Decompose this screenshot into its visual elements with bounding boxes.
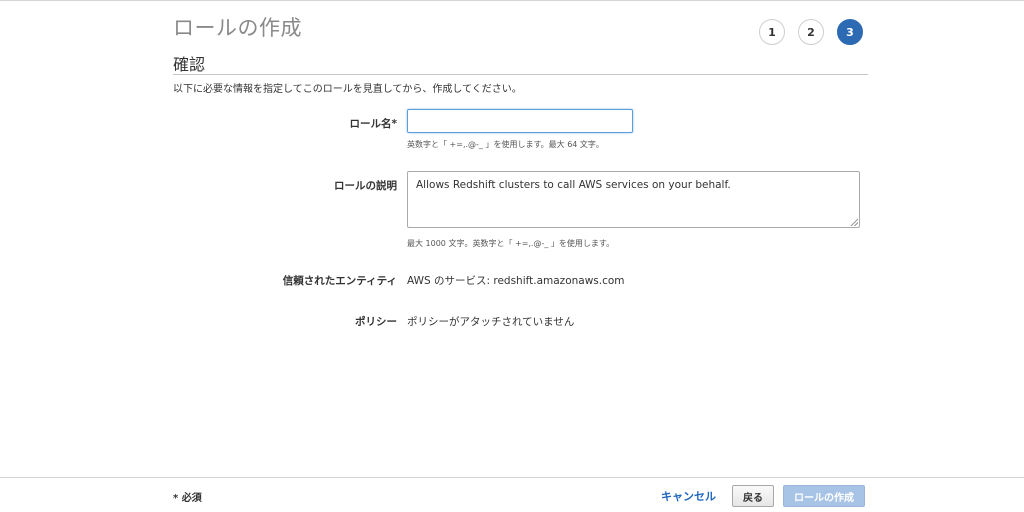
role-name-input[interactable]: [407, 109, 633, 133]
required-note: * 必須: [173, 493, 202, 504]
policy-value: ポリシーがアタッチされていません: [407, 316, 575, 328]
policy-label: ポリシー: [355, 316, 397, 328]
cancel-button[interactable]: キャンセル: [661, 488, 716, 504]
create-role-review-page: ロールの作成 1 2 3 確認 以下に必要な情報を指定してこのロールを見直してか…: [0, 0, 1024, 512]
instructions-text: 以下に必要な情報を指定してこのロールを見直してから、作成してください。: [173, 84, 522, 95]
page-title: ロールの作成: [173, 16, 302, 40]
role-description-textarea[interactable]: Allows Redshift clusters to call AWS ser…: [407, 171, 860, 228]
step-1-indicator[interactable]: 1: [759, 19, 785, 45]
section-divider: [173, 74, 868, 75]
role-description-hint: 最大 1000 文字。英数字と「 +=,.@-_ 」を使用します。: [407, 239, 615, 248]
section-title: 確認: [173, 55, 206, 74]
role-name-label: ロール名*: [349, 118, 398, 130]
create-role-button[interactable]: ロールの作成: [783, 485, 865, 507]
role-name-hint: 英数字と「 +=,.@-_ 」を使用します。最大 64 文字。: [407, 140, 604, 149]
trusted-entity-value: AWS のサービス: redshift.amazonaws.com: [407, 275, 625, 287]
trusted-entity-label: 信頼されたエンティティ: [282, 275, 397, 287]
step-3-indicator[interactable]: 3: [837, 19, 863, 45]
footer-divider: [0, 477, 1024, 478]
textarea-resize-handle[interactable]: [851, 219, 858, 226]
top-border: [0, 0, 1024, 1]
step-2-indicator[interactable]: 2: [798, 19, 824, 45]
role-description-label: ロールの説明: [334, 180, 397, 192]
wizard-steps: 1 2 3: [759, 19, 863, 45]
back-button[interactable]: 戻る: [732, 485, 774, 507]
